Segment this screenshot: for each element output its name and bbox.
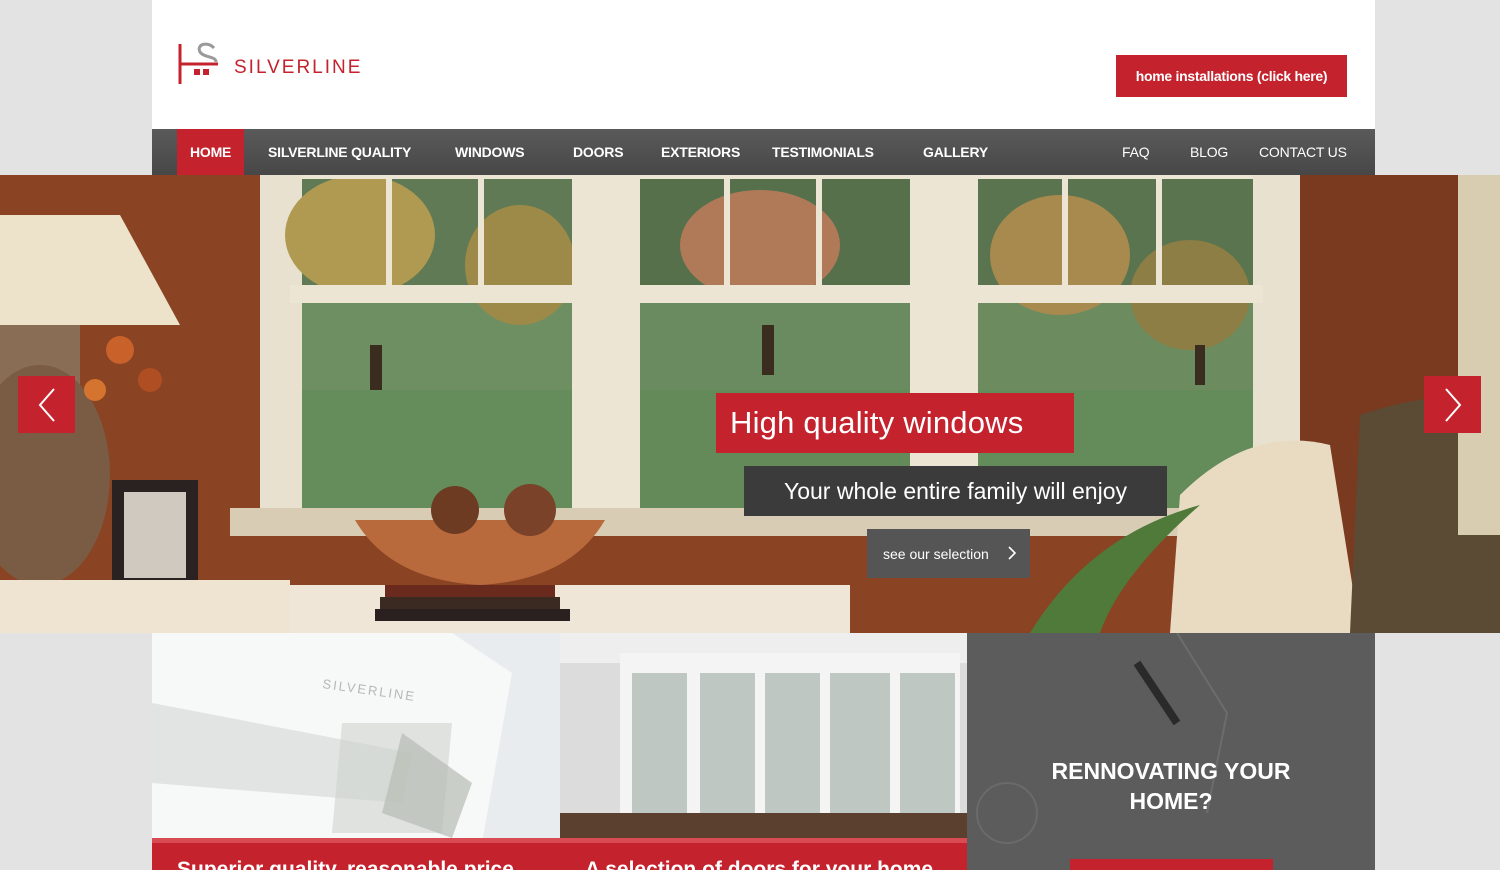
tile-renovating-title-line1: RENNOVATING YOUR [1051,758,1291,784]
brand-logo[interactable]: SILVERLINE [178,42,362,86]
chevron-left-icon [38,387,55,422]
site-header: SILVERLINE home installations (click her… [152,0,1375,129]
nav-item-blog[interactable]: BLOG [1190,129,1228,175]
see-selection-button[interactable]: see our selection [867,529,1030,578]
chevron-right-icon [1444,387,1461,422]
hero-title: High quality windows [716,393,1074,453]
tile-renovating-title: RENNOVATING YOUR HOME? [967,756,1375,816]
nav-item-exteriors[interactable]: EXTERIORS [661,129,740,175]
renovating-button[interactable] [1070,859,1273,870]
prev-slide-button[interactable] [18,376,75,433]
nav-item-doors[interactable]: DOORS [573,129,624,175]
see-selection-label: see our selection [883,545,989,562]
nav-item-gallery[interactable]: GALLERY [923,129,988,175]
nav-item-faq[interactable]: FAQ [1122,129,1150,175]
french-doors-image [560,633,967,870]
tile-renovating-title-line2: HOME? [1129,788,1213,814]
tile-quality-label: Superior quality, reasonable price [152,838,560,870]
brand-name: SILVERLINE [234,57,363,78]
hero-slider: High quality windows Your whole entire f… [0,175,1500,633]
tile-renovating[interactable]: RENNOVATING YOUR HOME? [967,633,1375,870]
nav-item-windows[interactable]: WINDOWS [455,129,525,175]
home-installations-button[interactable]: home installations (click here) [1116,55,1347,97]
vinyl-profile-image: SILVERLINE [152,633,560,870]
tile-doors-label: A selection of doors for your home [560,838,967,870]
tile-quality[interactable]: SILVERLINE Superior quality, reasonable … [152,633,560,870]
nav-item-contact-us[interactable]: CONTACT US [1259,129,1347,175]
next-slide-button[interactable] [1424,376,1481,433]
tile-doors[interactable]: A selection of doors for your home [560,633,967,870]
nav-item-silverline-quality[interactable]: SILVERLINE QUALITY [268,129,411,175]
silverline-logo-icon [178,42,218,84]
nav-item-testimonials[interactable]: TESTIMONIALS [772,129,874,175]
blueprint-sketch-image [967,633,1375,870]
main-nav: HOME SILVERLINE QUALITY WINDOWS DOORS EX… [152,129,1375,175]
chevron-right-icon [1008,546,1016,560]
nav-item-home[interactable]: HOME [177,129,245,175]
hero-subtitle: Your whole entire family will enjoy [744,466,1167,516]
